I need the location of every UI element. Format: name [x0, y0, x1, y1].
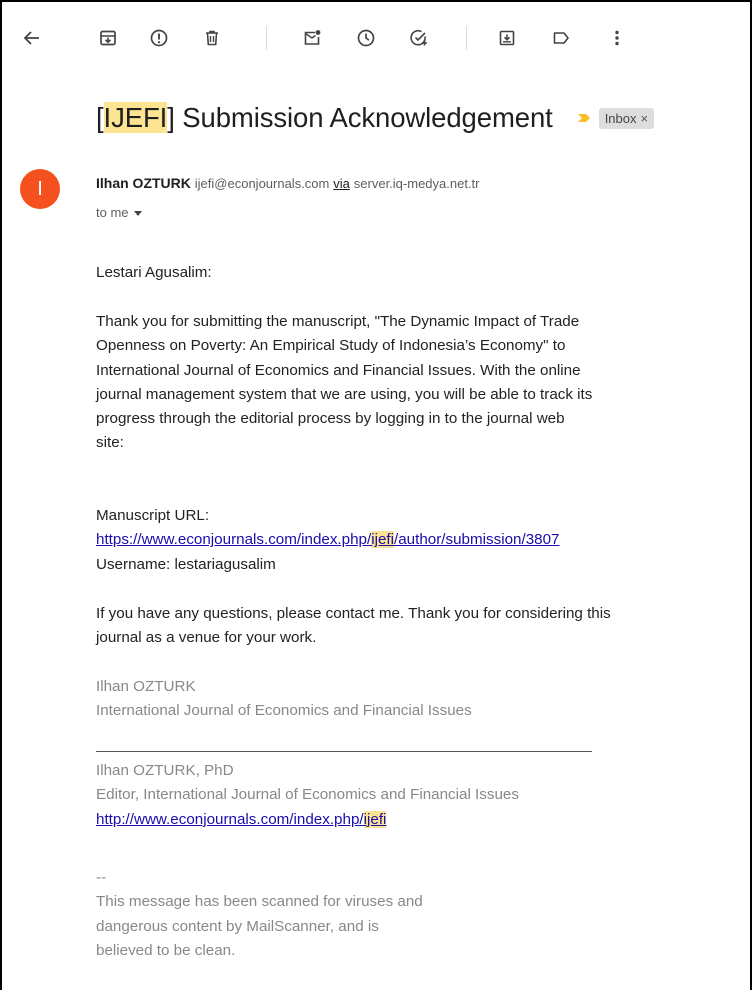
manuscript-url-link[interactable]: https://www.econjournals.com/index.php/i… [96, 531, 560, 549]
more-button[interactable] [602, 23, 632, 53]
manuscript-block: Manuscript URL: https://www.econjournals… [96, 504, 560, 577]
via-host: server.iq-medya.net.tr [353, 176, 480, 191]
sender-name[interactable]: Ilhan OZTURK [96, 175, 191, 191]
toolbar-divider [466, 26, 467, 50]
archive-button[interactable] [93, 23, 123, 53]
link-part: /author/submission/3807 [394, 531, 560, 549]
signature-divider [96, 751, 592, 752]
label-chip-text: Inbox [604, 110, 637, 126]
signature-block: Ilhan OZTURK International Journal of Ec… [96, 675, 472, 724]
link-highlighted-term: ijefi [371, 531, 395, 549]
mark-unread-icon [304, 30, 321, 45]
window-frame [0, 0, 752, 990]
journal-url-link[interactable]: http://www.econjournals.com/index.php/ij… [96, 810, 387, 828]
body-line: journal management system that we are us… [96, 385, 593, 403]
recipient-details-toggle[interactable]: to me [96, 205, 142, 220]
footer-line: believed to be clean. [96, 941, 236, 959]
subject-bracket-open: [ [96, 102, 104, 133]
greeting: Lestari Agusalim: [96, 264, 212, 281]
report-spam-button[interactable] [144, 23, 174, 53]
label-icon [553, 32, 569, 44]
subject-highlighted-term: IJEFI [103, 102, 168, 133]
importance-marker-icon[interactable] [577, 111, 591, 125]
body-line: International Journal of Economics and F… [96, 361, 581, 379]
recipient-text: to me [96, 205, 129, 220]
signature-org: International Journal of Economics and F… [96, 702, 472, 720]
mailscanner-footer: -- This message has been scanned for vir… [96, 866, 423, 963]
footer-line: This message has been scanned for viruse… [96, 893, 423, 911]
via-link[interactable]: via [333, 176, 350, 191]
footer-line: dangerous content by MailScanner, and is [96, 917, 379, 935]
signature-title: Editor, International Journal of Economi… [96, 786, 519, 804]
arrow-left-icon [23, 31, 39, 45]
archive-icon [100, 30, 116, 46]
body-line: journal as a venue for your work. [96, 629, 317, 647]
move-to-icon [499, 30, 515, 46]
body-line: site: [96, 434, 124, 452]
add-task-icon [410, 29, 427, 46]
delete-button[interactable] [197, 23, 227, 53]
body-line: Thank you for submitting the manuscript,… [96, 313, 580, 330]
snooze-button[interactable] [351, 23, 381, 53]
message-toolbar [0, 0, 754, 76]
signature-name-phd: Ilhan OZTURK, PhD [96, 762, 234, 779]
editor-signature: Ilhan OZTURK, PhD Editor, International … [96, 759, 519, 832]
mark-unread-button[interactable] [297, 23, 327, 53]
avatar-initial: I [37, 177, 43, 200]
body-paragraph-1: Thank you for submitting the manuscript,… [96, 310, 592, 456]
link-highlighted-term: ijefi [363, 810, 387, 828]
avatar[interactable]: I [20, 169, 60, 209]
add-to-tasks-button[interactable] [404, 23, 434, 53]
trash-icon [206, 30, 218, 46]
move-to-button[interactable] [492, 23, 522, 53]
sender-email: ijefi@econjournals.com [194, 176, 330, 191]
body-line: If you have any questions, please contac… [96, 605, 611, 622]
back-button[interactable] [17, 23, 47, 53]
subject-row: [IJEFI] Submission Acknowledgement Inbox… [96, 96, 655, 140]
subject-text: ] Submission Acknowledgement [167, 102, 553, 133]
toolbar-divider [266, 26, 267, 50]
label-remove-icon[interactable]: × [641, 111, 649, 126]
body-paragraph-2: If you have any questions, please contac… [96, 602, 611, 651]
body-line: Openness on Poverty: An Empirical Study … [96, 337, 566, 355]
email-subject: [IJEFI] Submission Acknowledgement [96, 102, 553, 134]
signature-name: Ilhan OZTURK [96, 678, 196, 695]
inbox-label-chip[interactable]: Inbox × [598, 107, 655, 129]
footer-dashes: -- [96, 869, 107, 886]
body-line: progress through the editorial process b… [96, 410, 565, 428]
link-part: http://www.econjournals.com/index.php/ [96, 810, 364, 828]
manuscript-url-label: Manuscript URL: [96, 507, 210, 524]
link-part: https://www.econjournals.com/index.php/ [96, 531, 372, 549]
username-text: Username: lestariagusalim [96, 555, 276, 573]
report-icon [150, 29, 168, 47]
sender-line: Ilhan OZTURK ijefi@econjournals.com via … [96, 175, 480, 191]
chevron-down-icon [133, 210, 142, 216]
clock-icon [357, 29, 375, 47]
more-vert-icon [615, 30, 619, 46]
labels-button[interactable] [546, 23, 576, 53]
